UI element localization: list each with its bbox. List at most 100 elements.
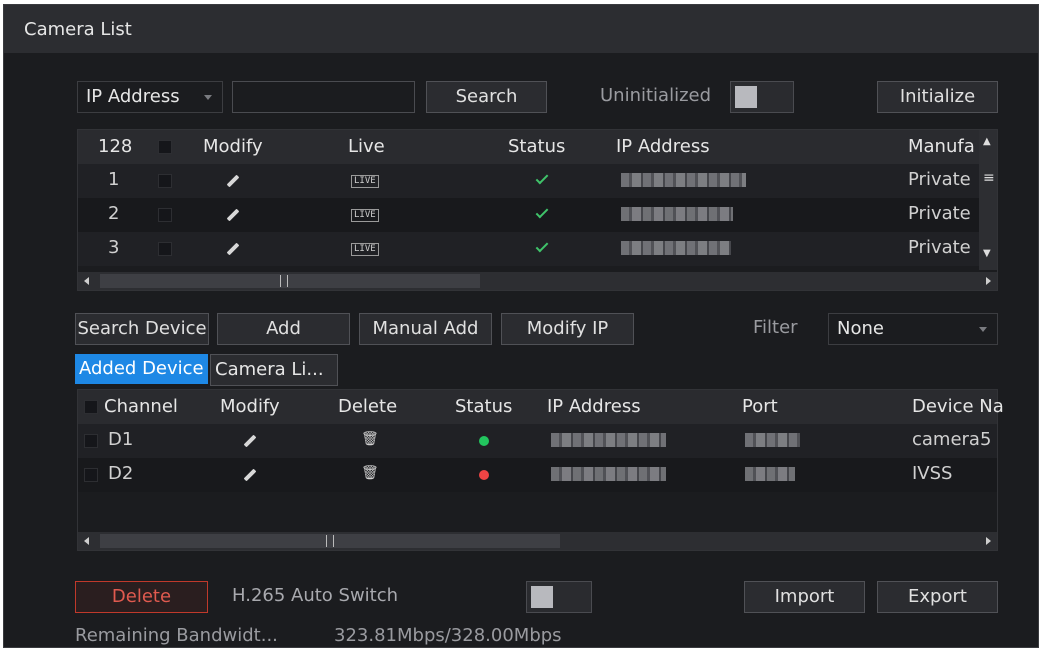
row-number: 3 — [108, 237, 120, 258]
scroll-grip-icon — [326, 535, 334, 547]
delete-button[interactable]: Delete — [75, 581, 208, 613]
chevron-down-icon — [979, 327, 987, 332]
table-row[interactable]: 3 LIVE Private — [78, 232, 997, 266]
status-online-dot — [479, 436, 489, 446]
ip-address-redacted — [551, 433, 666, 447]
export-button[interactable]: Export — [877, 581, 998, 613]
search-type-value: IP Address — [86, 86, 180, 107]
channel-cell: D2 — [108, 463, 134, 484]
edit-icon[interactable] — [243, 434, 257, 448]
added-devices-header: Channel Modify Delete Status IP Address … — [78, 390, 1004, 424]
col-manufacturer: Manufa — [908, 136, 975, 157]
port-redacted — [745, 433, 800, 447]
h265-auto-switch-toggle[interactable] — [526, 581, 592, 613]
found-devices-table: 128 Modify Live Status IP Address Manufa… — [77, 129, 998, 291]
remaining-bandwidth-value: 323.81Mbps/328.00Mbps — [334, 625, 562, 646]
live-icon[interactable]: LIVE — [351, 175, 379, 188]
col-ip-address: IP Address — [547, 396, 641, 417]
tab-camera-list[interactable]: Camera Li... — [210, 354, 338, 386]
filter-label: Filter — [753, 317, 798, 338]
device-name-cell: IVSS — [912, 463, 953, 484]
scroll-down-icon[interactable]: ▼ — [983, 248, 991, 259]
col-status: Status — [455, 396, 513, 417]
status-check-icon — [535, 171, 549, 185]
row-number: 2 — [108, 203, 120, 224]
ip-address-redacted — [621, 173, 746, 187]
device-count-header: 128 — [98, 136, 133, 157]
trash-icon[interactable]: 🗑 — [361, 431, 379, 447]
import-button[interactable]: Import — [744, 581, 865, 613]
vertical-scrollbar[interactable]: ▲ ≡ ▼ — [979, 130, 997, 270]
row-checkbox[interactable] — [158, 174, 172, 188]
search-button[interactable]: Search — [426, 81, 547, 113]
col-live: Live — [348, 136, 385, 157]
scroll-grip-icon — [280, 275, 288, 287]
live-icon[interactable]: LIVE — [351, 209, 379, 222]
h265-auto-switch-label: H.265 Auto Switch — [232, 585, 399, 606]
filter-dropdown[interactable]: None — [828, 313, 998, 345]
filter-value: None — [837, 318, 884, 339]
row-checkbox[interactable] — [158, 208, 172, 222]
col-device-name: Device Na — [912, 396, 1004, 417]
window-titlebar: Camera List — [4, 5, 1038, 53]
scroll-up-icon[interactable]: ▲ — [983, 136, 991, 147]
add-button[interactable]: Add — [217, 313, 350, 345]
scroll-left-icon[interactable] — [84, 537, 89, 545]
col-modify: Modify — [203, 136, 263, 157]
edit-icon[interactable] — [243, 468, 257, 482]
manufacturer-cell: Private — [908, 237, 971, 258]
row-checkbox[interactable] — [84, 434, 98, 448]
window-title: Camera List — [24, 19, 132, 40]
status-check-icon — [535, 239, 549, 253]
added-devices-table: Channel Modify Delete Status IP Address … — [77, 389, 1004, 551]
col-port: Port — [742, 396, 778, 417]
manufacturer-cell: Private — [908, 203, 971, 224]
remaining-bandwidth-label: Remaining Bandwidt... — [75, 625, 278, 646]
table-row[interactable]: D1 🗑 camera5 — [78, 424, 997, 458]
table-row[interactable]: 2 LIVE Private — [78, 198, 997, 232]
modify-ip-button[interactable]: Modify IP — [501, 313, 634, 345]
chevron-down-icon — [204, 95, 212, 100]
trash-icon[interactable]: 🗑 — [361, 465, 379, 481]
toggle-knob — [531, 586, 553, 608]
search-device-button[interactable]: Search Device — [75, 313, 209, 345]
edit-icon[interactable] — [226, 174, 240, 188]
ip-address-redacted — [621, 207, 733, 221]
initialize-button[interactable]: Initialize — [877, 81, 998, 113]
manufacturer-cell: Private — [908, 169, 971, 190]
camera-list-window: Camera List IP Address Search Uninitiali… — [3, 4, 1039, 648]
col-delete: Delete — [338, 396, 398, 417]
row-checkbox[interactable] — [84, 468, 98, 482]
select-all-checkbox[interactable] — [84, 400, 98, 414]
manual-add-button[interactable]: Manual Add — [359, 313, 492, 345]
scroll-right-icon[interactable] — [986, 537, 991, 545]
uninitialized-toggle[interactable] — [730, 81, 794, 113]
col-modify: Modify — [220, 396, 280, 417]
col-channel: Channel — [104, 396, 178, 417]
horizontal-scrollbar[interactable] — [78, 272, 997, 290]
select-all-checkbox[interactable] — [158, 140, 172, 154]
ip-address-redacted — [621, 241, 731, 255]
table-row[interactable]: 1 LIVE Private — [78, 164, 997, 198]
horizontal-scrollbar[interactable] — [78, 532, 997, 550]
edit-icon[interactable] — [226, 242, 240, 256]
col-ip-address: IP Address — [616, 136, 710, 157]
scroll-left-icon[interactable] — [84, 277, 89, 285]
live-icon[interactable]: LIVE — [351, 243, 379, 256]
scroll-thumb[interactable] — [100, 274, 480, 288]
uninitialized-label: Uninitialized — [600, 85, 712, 106]
table-row[interactable]: D2 🗑 IVSS — [78, 458, 997, 492]
row-checkbox[interactable] — [158, 242, 172, 256]
status-offline-dot — [479, 470, 489, 480]
row-number: 1 — [108, 169, 120, 190]
toggle-knob — [735, 86, 757, 108]
edit-icon[interactable] — [226, 208, 240, 222]
found-devices-header: 128 Modify Live Status IP Address Manufa — [78, 130, 997, 164]
scroll-grip-icon[interactable]: ≡ — [983, 170, 995, 186]
col-status: Status — [508, 136, 566, 157]
status-check-icon — [535, 205, 549, 219]
search-input[interactable] — [232, 81, 415, 113]
search-type-dropdown[interactable]: IP Address — [77, 81, 223, 113]
tab-added-device[interactable]: Added Device — [75, 354, 208, 384]
scroll-right-icon[interactable] — [986, 277, 991, 285]
